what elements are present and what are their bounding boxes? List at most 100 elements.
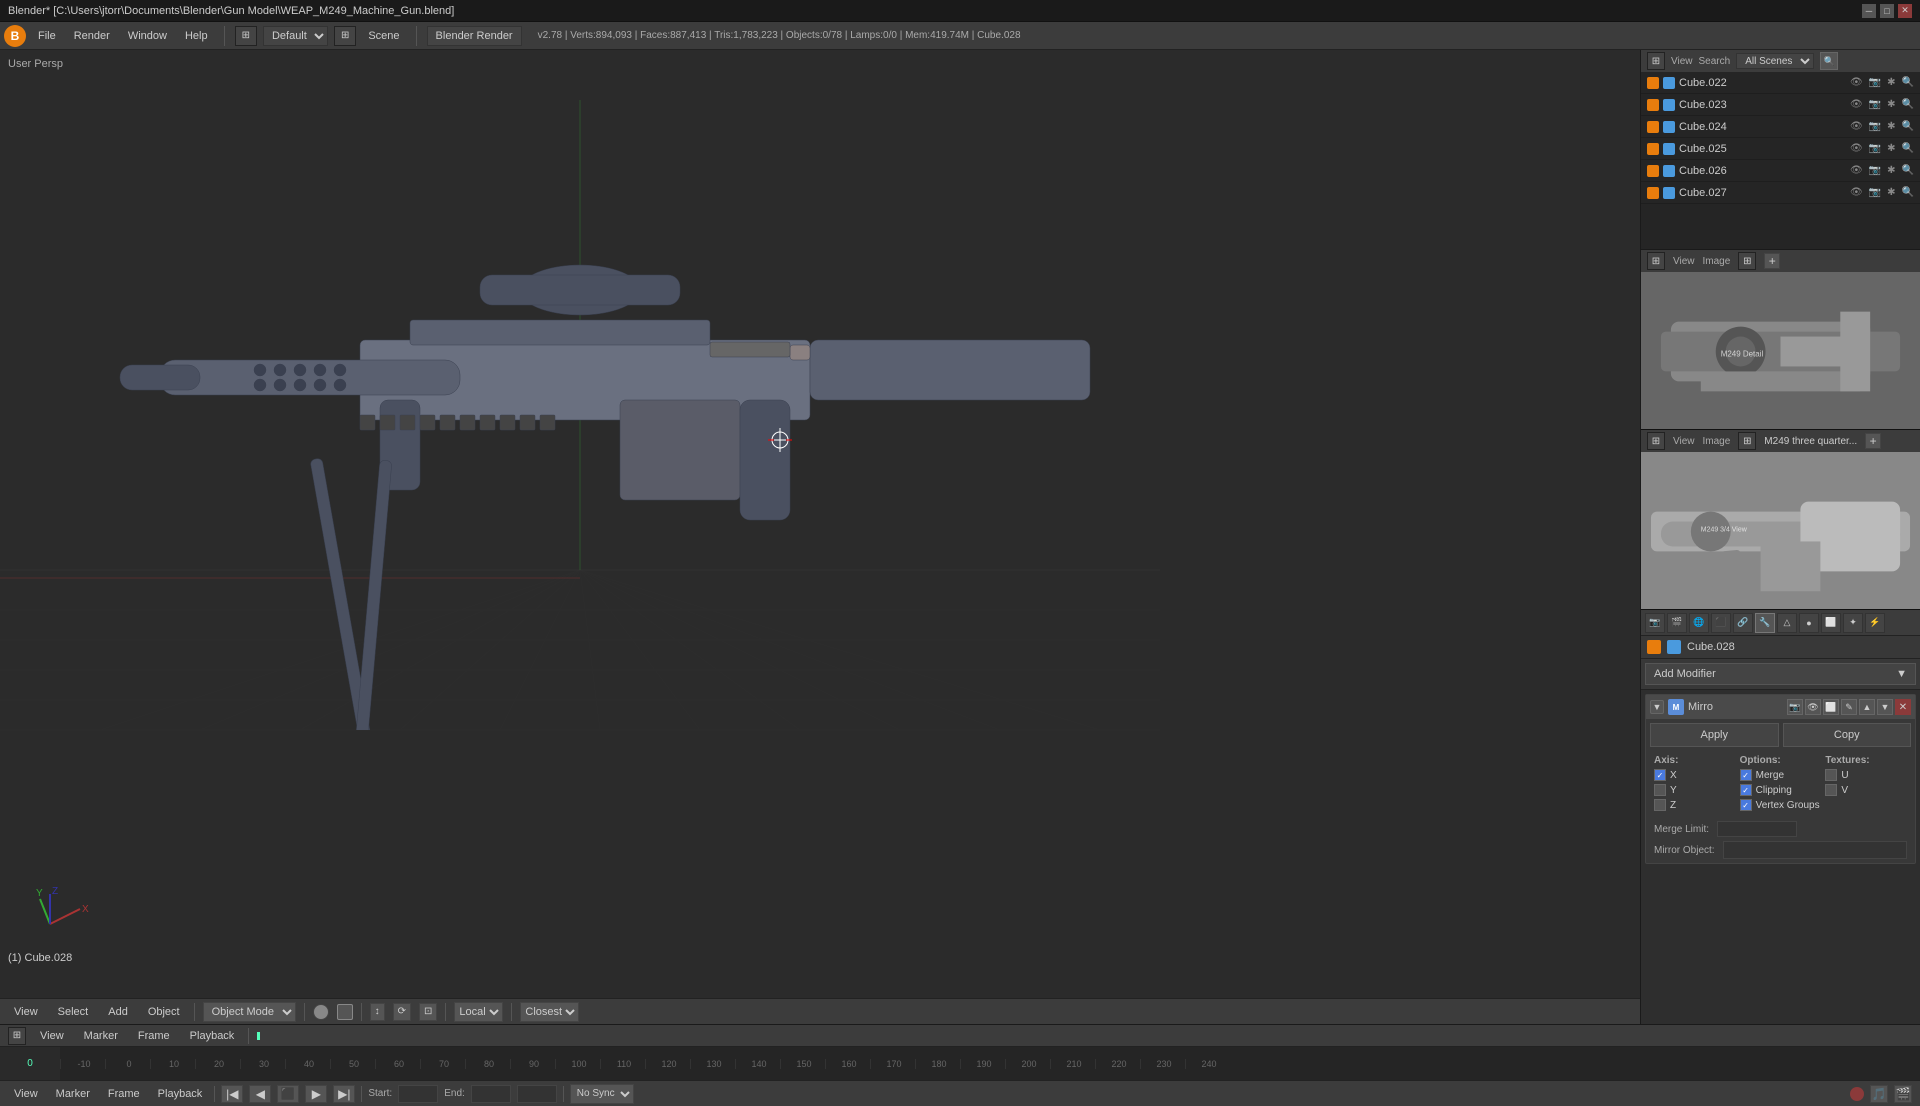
preview-top-extra-btn[interactable]: ⊞ <box>1738 252 1756 270</box>
timeline-playback-menu[interactable]: Playback <box>184 1028 241 1044</box>
select-icon[interactable]: ✱ <box>1887 187 1895 198</box>
props-texture-icon[interactable]: ⬜ <box>1821 613 1841 633</box>
vp-select-menu[interactable]: Select <box>52 1004 95 1020</box>
modifier-camera-btn[interactable]: 📷 <box>1787 699 1803 715</box>
preview-bottom-extra-btn[interactable]: ⊞ <box>1738 432 1756 450</box>
modifier-down-btn[interactable]: ▼ <box>1877 699 1893 715</box>
modifier-toggle-button[interactable]: ▼ <box>1650 700 1664 714</box>
select-icon[interactable]: ✱ <box>1887 77 1895 88</box>
texture-u-checkbox[interactable] <box>1825 769 1837 781</box>
props-modifier-icon[interactable]: 🔧 <box>1755 613 1775 633</box>
preview-top-add-panel[interactable]: + <box>1764 253 1780 269</box>
scene-type-button[interactable]: ⊞ <box>334 26 356 46</box>
layout-select[interactable]: Default <box>263 26 328 46</box>
render-icon[interactable]: 📷 <box>1869 143 1881 154</box>
play-button[interactable]: ▶ <box>305 1085 327 1103</box>
props-data-icon[interactable]: △ <box>1777 613 1797 633</box>
start-frame-input[interactable]: 1 <box>398 1085 438 1103</box>
render-icon[interactable]: 📷 <box>1869 187 1881 198</box>
scene-label[interactable]: Scene <box>362 28 405 44</box>
maximize-button[interactable]: □ <box>1880 4 1894 18</box>
pb-frame-menu[interactable]: Frame <box>102 1086 146 1102</box>
render-icon[interactable]: 📷 <box>1869 77 1881 88</box>
menu-window[interactable]: Window <box>122 28 173 44</box>
visibility-icon[interactable]: 👁 <box>1850 143 1863 154</box>
render-icon[interactable]: 📷 <box>1869 121 1881 132</box>
menu-render[interactable]: Render <box>68 28 116 44</box>
jump-start-button[interactable]: |◀ <box>221 1085 243 1103</box>
outliner-item[interactable]: Cube.022 👁 📷 ✱ 🔍 <box>1641 72 1920 94</box>
select-icon[interactable]: ✱ <box>1887 165 1895 176</box>
shade-wire-button[interactable] <box>337 1004 353 1020</box>
cursor-icon[interactable]: 🔍 <box>1902 143 1914 154</box>
vertex-groups-checkbox[interactable] <box>1740 799 1752 811</box>
preview-image-label-bottom[interactable]: Image <box>1703 436 1731 447</box>
modifier-render-btn[interactable]: ⬜ <box>1823 699 1839 715</box>
axis-x-checkbox[interactable] <box>1654 769 1666 781</box>
merge-checkbox[interactable] <box>1740 769 1752 781</box>
visibility-icon[interactable]: 👁 <box>1850 99 1863 110</box>
outliner-search-icon[interactable]: 🔍 <box>1820 52 1838 70</box>
preview-image-label-top[interactable]: Image <box>1703 256 1731 267</box>
select-icon[interactable]: ✱ <box>1887 143 1895 154</box>
shade-solid-button[interactable] <box>313 1004 329 1020</box>
outliner-view-label[interactable]: View <box>1671 56 1693 67</box>
menu-file[interactable]: File <box>32 28 62 44</box>
minimize-button[interactable]: ─ <box>1862 4 1876 18</box>
cursor-icon[interactable]: 🔍 <box>1902 165 1914 176</box>
props-object-icon[interactable]: ⬛ <box>1711 613 1731 633</box>
pb-view-menu[interactable]: View <box>8 1086 44 1102</box>
preview-view-label-bottom[interactable]: View <box>1673 436 1695 447</box>
current-frame-input[interactable]: 1 <box>517 1085 557 1103</box>
snap-select[interactable]: Closest <box>520 1002 579 1022</box>
props-constraints-icon[interactable]: 🔗 <box>1733 613 1753 633</box>
mirror-object-button[interactable] <box>1723 841 1907 859</box>
extra-btn-2[interactable]: 🎬 <box>1894 1085 1912 1103</box>
jump-end-button[interactable]: ▶| <box>333 1085 355 1103</box>
copy-button[interactable]: Copy <box>1783 723 1912 747</box>
select-icon[interactable]: ✱ <box>1887 121 1895 132</box>
visibility-icon[interactable]: 👁 <box>1850 77 1863 88</box>
end-frame-input[interactable]: 250 <box>471 1085 511 1103</box>
timeline-frame-menu[interactable]: Frame <box>132 1028 176 1044</box>
axis-y-checkbox[interactable] <box>1654 784 1666 796</box>
cursor-icon[interactable]: 🔍 <box>1902 99 1914 110</box>
props-world-icon[interactable]: 🌐 <box>1689 613 1709 633</box>
outliner-item[interactable]: Cube.026 👁 📷 ✱ 🔍 <box>1641 160 1920 182</box>
menu-help[interactable]: Help <box>179 28 214 44</box>
transform-button[interactable]: ↕ <box>370 1003 385 1021</box>
timeline-track[interactable]: 0 -10 0 10 20 30 40 50 60 70 80 90 100 1… <box>0 1047 1920 1080</box>
merge-limit-input[interactable]: 0.001000 <box>1717 821 1797 837</box>
timeline-view-menu[interactable]: View <box>34 1028 70 1044</box>
rotate-button[interactable]: ⟳ <box>393 1003 411 1021</box>
apply-button[interactable]: Apply <box>1650 723 1779 747</box>
modifier-close-button[interactable]: ✕ <box>1895 699 1911 715</box>
props-scene-icon[interactable]: 🎬 <box>1667 613 1687 633</box>
clipping-checkbox[interactable] <box>1740 784 1752 796</box>
props-material-icon[interactable]: ● <box>1799 613 1819 633</box>
timeline-marker-menu[interactable]: Marker <box>78 1028 124 1044</box>
pb-playback-menu[interactable]: Playback <box>152 1086 209 1102</box>
object-mode-select[interactable]: Object Mode <box>203 1002 296 1022</box>
vp-object-menu[interactable]: Object <box>142 1004 186 1020</box>
all-scenes-select[interactable]: All Scenes <box>1736 53 1814 69</box>
visibility-icon[interactable]: 👁 <box>1850 165 1863 176</box>
cursor-icon[interactable]: 🔍 <box>1902 187 1914 198</box>
outliner-editor-type[interactable]: ⊞ <box>1647 52 1665 70</box>
outliner-search-label[interactable]: Search <box>1699 56 1731 67</box>
pb-marker-menu[interactable]: Marker <box>50 1086 96 1102</box>
sync-select[interactable]: No Sync <box>570 1084 634 1104</box>
select-icon[interactable]: ✱ <box>1887 99 1895 110</box>
render-engine-button[interactable]: Blender Render <box>427 26 522 46</box>
axis-z-checkbox[interactable] <box>1654 799 1666 811</box>
timeline-editor-type[interactable]: ⊞ <box>8 1027 26 1045</box>
props-physics-icon[interactable]: ⚡ <box>1865 613 1885 633</box>
viewport[interactable]: User Persp <box>0 50 1640 1024</box>
stop-button[interactable]: ⬛ <box>277 1085 299 1103</box>
outliner-item[interactable]: Cube.025 👁 📷 ✱ 🔍 <box>1641 138 1920 160</box>
props-render-icon[interactable]: 📷 <box>1645 613 1665 633</box>
modifier-eye-btn[interactable]: 👁 <box>1805 699 1821 715</box>
cursor-icon[interactable]: 🔍 <box>1902 77 1914 88</box>
editor-type-button[interactable]: ⊞ <box>235 26 257 46</box>
modifier-edit-btn[interactable]: ✎ <box>1841 699 1857 715</box>
